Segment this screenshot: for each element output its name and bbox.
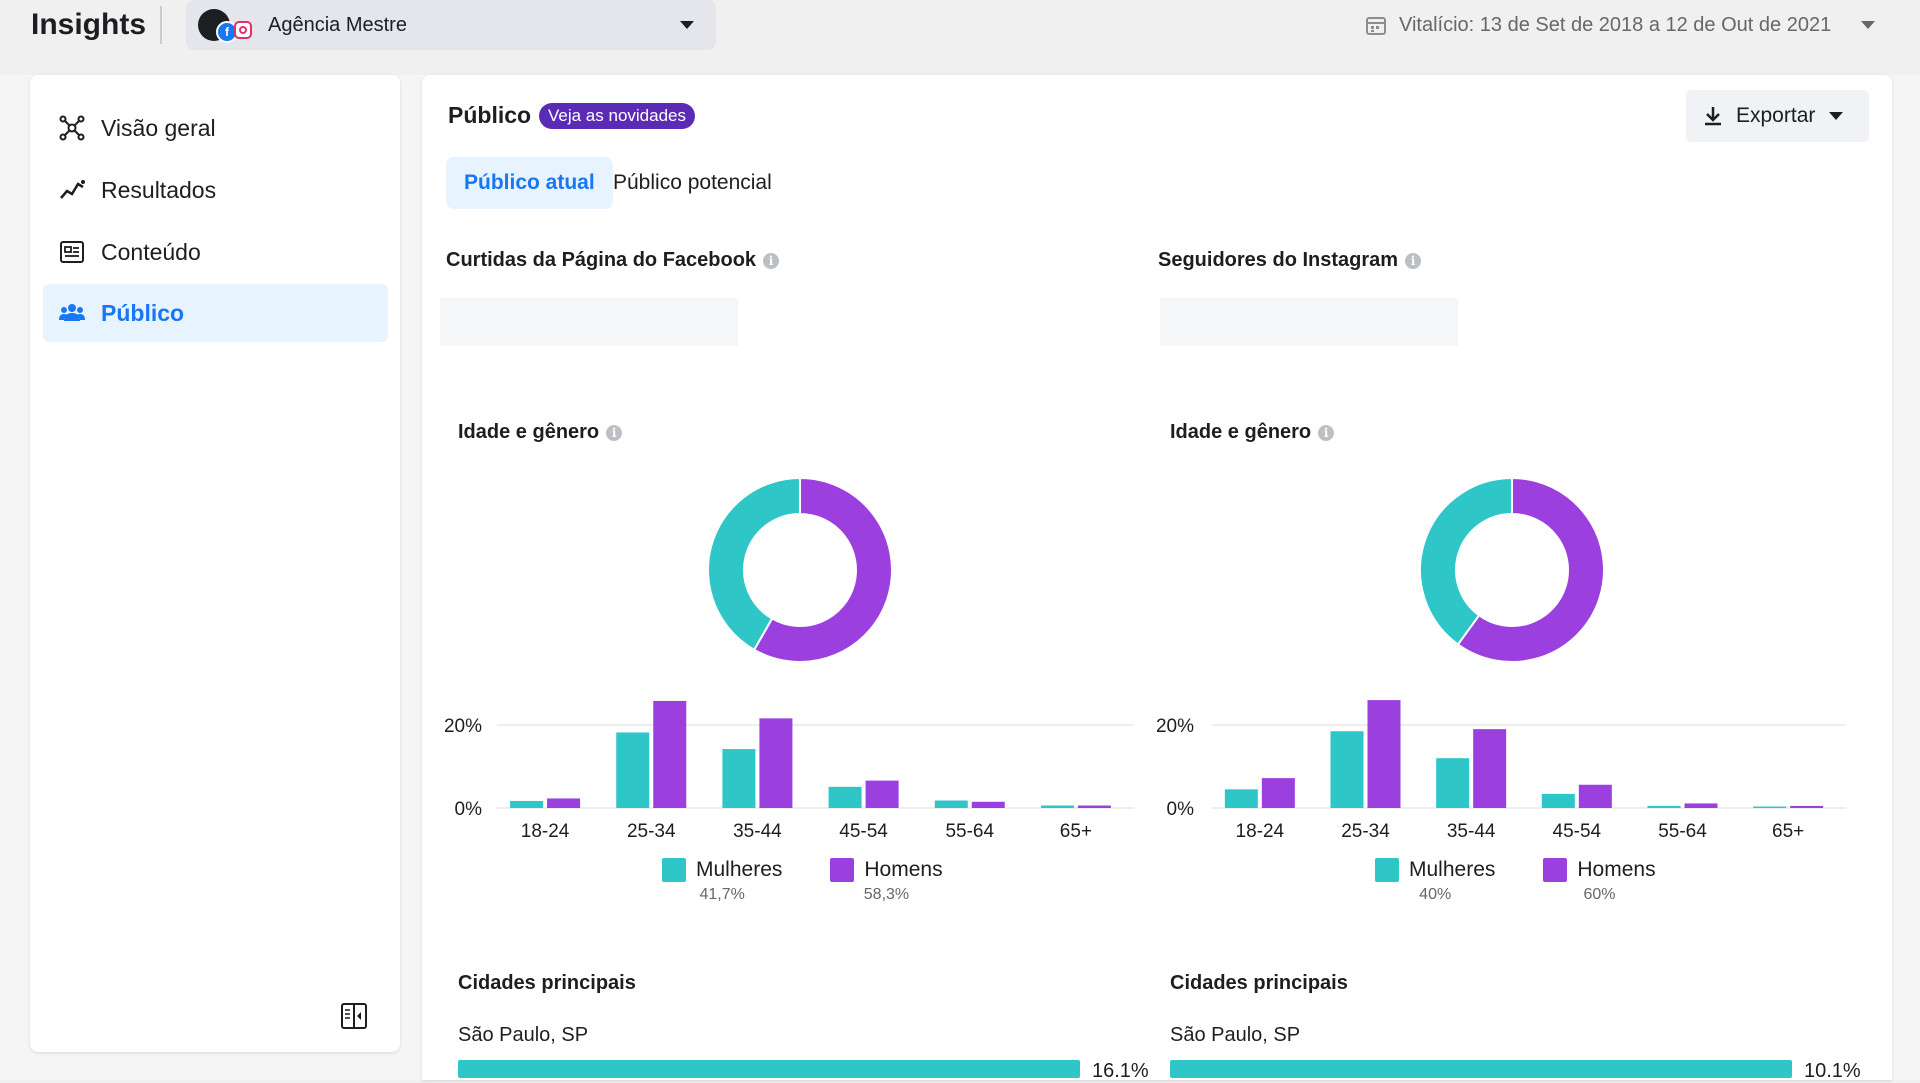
instagram-top-city-name: São Paulo, SP xyxy=(1170,1024,1301,1046)
bar-men-18-24 xyxy=(547,798,581,808)
x-tick-label: 55-64 xyxy=(1658,821,1707,842)
instagram-top-cities-title: Cidades principais xyxy=(1170,972,1348,994)
facebook-top-city-bar xyxy=(458,1060,1080,1078)
instagram-icon xyxy=(234,21,252,39)
x-tick-label: 45-54 xyxy=(1553,821,1602,842)
content-icon xyxy=(57,237,87,267)
legend-label: Homens xyxy=(1577,858,1656,881)
sidebar-item-label: Visão geral xyxy=(101,114,216,141)
facebook-top-cities-title: Cidades principais xyxy=(458,972,636,994)
chevron-down-icon xyxy=(1861,21,1875,29)
bar-men-65+ xyxy=(1790,805,1824,808)
bar-women-25-34 xyxy=(1330,731,1364,808)
bar-men-25-34 xyxy=(1367,700,1401,808)
y-tick-label: 20% xyxy=(1156,716,1194,737)
legend-item-women[interactable]: Mulheres 40% xyxy=(1375,858,1495,904)
sidebar-item-overview[interactable]: Visão geral xyxy=(43,99,388,157)
sidebar-item-label: Resultados xyxy=(101,176,217,203)
bar-men-55-64 xyxy=(971,801,1005,808)
instagram-top-city-bar xyxy=(1170,1060,1792,1078)
collapse-sidebar-button[interactable] xyxy=(338,1000,370,1032)
legend-percentage: 60% xyxy=(1583,886,1616,903)
collapse-sidebar-icon xyxy=(341,1003,367,1029)
sidebar-item-label: Público xyxy=(101,299,185,326)
age-gender-charts: 20% 0% 18-24 25-34 35-44 45-54 55-64 65+ 20% 0% 18… xyxy=(444,476,1846,842)
legend-item-men[interactable]: Homens 58,3% xyxy=(830,858,943,904)
bar-women-45-54 xyxy=(828,786,862,808)
y-tick-label: 0% xyxy=(1167,799,1195,820)
y-tick-label: 0% xyxy=(455,799,483,820)
facebook-top-city-name: São Paulo, SP xyxy=(458,1024,589,1046)
account-name: Agência Mestre xyxy=(268,13,407,36)
date-range-selector[interactable]: Vitalício: 13 de Set de 2018 a 12 de Out… xyxy=(1365,10,1875,40)
account-avatar: f xyxy=(196,5,256,45)
bar-men-55-64 xyxy=(1684,803,1718,808)
x-tick-label: 55-64 xyxy=(945,821,994,842)
date-range-label: Vitalício: 13 de Set de 2018 a 12 de Out… xyxy=(1399,13,1832,36)
bar-women-65+ xyxy=(1040,805,1074,808)
women-swatch xyxy=(1375,858,1399,882)
brand-title: Insights xyxy=(31,8,147,41)
calendar-icon xyxy=(1366,17,1386,35)
bar-men-65+ xyxy=(1077,805,1111,808)
men-swatch xyxy=(830,858,855,882)
overview-icon xyxy=(57,113,87,143)
men-swatch xyxy=(1543,858,1568,882)
main-panel: Público Veja as novidades Exportar Públi… xyxy=(422,75,1892,1082)
bar-men-35-44 xyxy=(1473,729,1507,808)
sidebar: Visão geral Resultados Conteúdo Público xyxy=(30,75,400,1052)
bar-women-45-54 xyxy=(1541,793,1575,808)
bar-men-25-34 xyxy=(653,700,687,808)
x-tick-label: 18-24 xyxy=(521,821,570,842)
women-swatch xyxy=(662,858,686,882)
results-icon xyxy=(57,175,87,205)
bar-men-18-24 xyxy=(1261,778,1295,808)
x-tick-label: 18-24 xyxy=(1236,821,1285,842)
x-tick-label: 25-34 xyxy=(1341,821,1390,842)
instagram-gender-legend: Mulheres 40% Homens 60% xyxy=(1375,858,1704,904)
legend-item-men[interactable]: Homens 60% xyxy=(1543,858,1656,904)
bar-women-35-44 xyxy=(722,749,756,808)
x-tick-label: 65+ xyxy=(1060,821,1092,842)
bar-women-55-64 xyxy=(1647,805,1681,808)
bar-women-18-24 xyxy=(510,800,544,808)
x-tick-label: 25-34 xyxy=(627,821,676,842)
y-tick-label: 20% xyxy=(444,716,482,737)
legend-percentage: 40% xyxy=(1419,886,1452,903)
bar-women-25-34 xyxy=(616,732,650,808)
legend-item-women[interactable]: Mulheres 41,7% xyxy=(662,858,782,904)
legend-percentage: 41,7% xyxy=(699,886,745,903)
legend-label: Homens xyxy=(864,858,943,881)
x-tick-label: 45-54 xyxy=(839,821,888,842)
bar-men-45-54 xyxy=(1578,784,1612,808)
legend-label: Mulheres xyxy=(696,858,783,881)
account-selector[interactable]: f Agência Mestre xyxy=(186,0,716,50)
bar-women-55-64 xyxy=(934,800,968,808)
bar-men-45-54 xyxy=(865,780,899,808)
bar-women-35-44 xyxy=(1436,758,1470,808)
audience-icon xyxy=(57,298,87,328)
sidebar-item-label: Conteúdo xyxy=(101,238,201,265)
legend-percentage: 58,3% xyxy=(863,886,910,903)
chevron-down-icon xyxy=(680,21,694,29)
facebook-gender-legend: Mulheres 41,7% Homens 58,3% xyxy=(662,858,991,904)
x-tick-label: 35-44 xyxy=(1447,821,1496,842)
sidebar-item-audience[interactable]: Público xyxy=(43,284,388,342)
bar-women-18-24 xyxy=(1224,789,1258,808)
sidebar-item-content[interactable]: Conteúdo xyxy=(43,223,388,281)
x-tick-label: 35-44 xyxy=(733,821,782,842)
x-tick-label: 65+ xyxy=(1772,821,1804,842)
insights-page: Insights f Agência Mestre Vitalício: 13 … xyxy=(0,0,1920,1082)
brand-divider xyxy=(160,6,162,44)
bar-men-35-44 xyxy=(759,718,793,808)
legend-label: Mulheres xyxy=(1409,858,1496,881)
sidebar-item-results[interactable]: Resultados xyxy=(43,161,388,219)
donut-slice-women xyxy=(1419,476,1513,646)
bar-women-65+ xyxy=(1753,806,1787,808)
